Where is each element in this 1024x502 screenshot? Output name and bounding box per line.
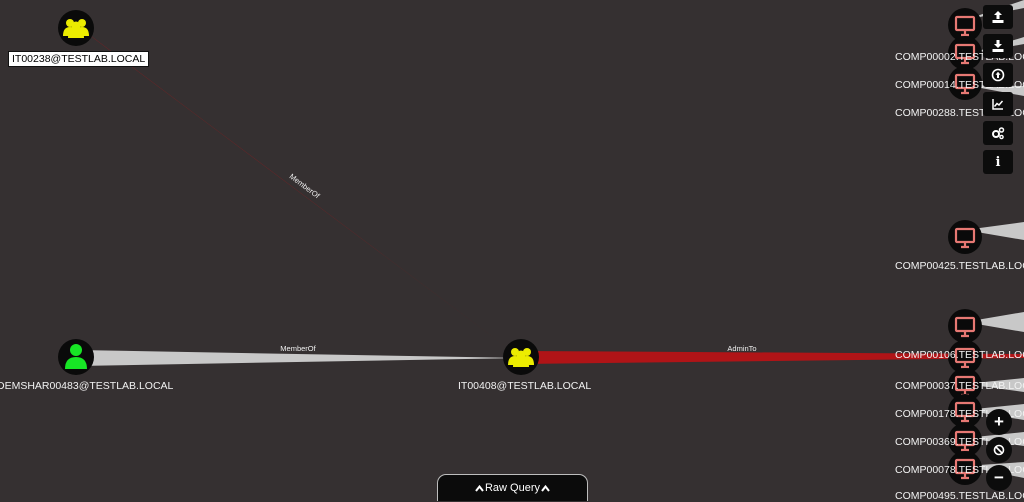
ban-icon <box>993 444 1005 456</box>
node-label-comp00106: COMP00106.TESTLAB.LOCAL <box>895 349 1024 361</box>
settings-button[interactable] <box>983 121 1013 145</box>
download-icon <box>992 40 1004 52</box>
upload-icon <box>992 11 1004 23</box>
zoom-in-button[interactable]: + <box>986 409 1012 435</box>
node-label-demshar00483: DEMSHAR00483@TESTLAB.LOCAL <box>0 380 174 392</box>
node-comp00106[interactable] <box>948 309 982 343</box>
node-it00408[interactable] <box>503 339 539 375</box>
node-it00238[interactable] <box>58 10 94 46</box>
gears-icon <box>992 127 1005 140</box>
download-button[interactable] <box>983 34 1013 58</box>
chevron-up-icon <box>541 484 550 492</box>
node-label-it00408: IT00408@TESTLAB.LOCAL <box>458 380 592 392</box>
edge-label-memberof-top: MemberOf <box>288 172 322 201</box>
info-icon: i <box>995 154 1001 170</box>
import-button[interactable] <box>983 63 1013 87</box>
raw-query-toggle[interactable]: Raw Query <box>437 474 588 501</box>
upload-button[interactable] <box>983 5 1013 29</box>
graph-canvas[interactable]: MemberOf MemberOf AdminTo <box>0 0 1024 496</box>
node-label-comp00037: COMP00037.TESTLAB.LOCAL <box>895 380 1024 392</box>
node-label-it00238: IT00238@TESTLAB.LOCAL <box>8 51 150 67</box>
chevron-up-icon <box>475 484 484 492</box>
raw-query-label: Raw Query <box>484 482 541 494</box>
edge-memberof-it00238-it00408[interactable] <box>83 30 521 358</box>
line-chart-icon <box>992 99 1004 110</box>
zoom-out-button[interactable]: − <box>986 465 1012 491</box>
zoom-reset-button[interactable] <box>986 437 1012 463</box>
database-info-button[interactable] <box>983 92 1013 116</box>
node-label-comp-bottom: COMP00495.TESTLAB.LOCAL <box>895 490 1024 502</box>
node-comp00425[interactable] <box>948 220 982 254</box>
group-icon <box>63 19 89 38</box>
group-icon <box>508 348 534 367</box>
edge-label-adminto: AdminTo <box>727 344 756 353</box>
edge-label-memberof-left: MemberOf <box>280 344 316 353</box>
circle-arrow-up-icon <box>991 68 1005 82</box>
node-demshar00483[interactable] <box>58 339 94 375</box>
about-button[interactable]: i <box>983 150 1013 174</box>
plus-icon: + <box>994 412 1004 431</box>
minus-icon: − <box>994 468 1004 487</box>
node-label-comp00425: COMP00425.TESTLAB.LOCAL <box>895 260 1024 272</box>
graph-toolbar: i <box>983 5 1013 179</box>
